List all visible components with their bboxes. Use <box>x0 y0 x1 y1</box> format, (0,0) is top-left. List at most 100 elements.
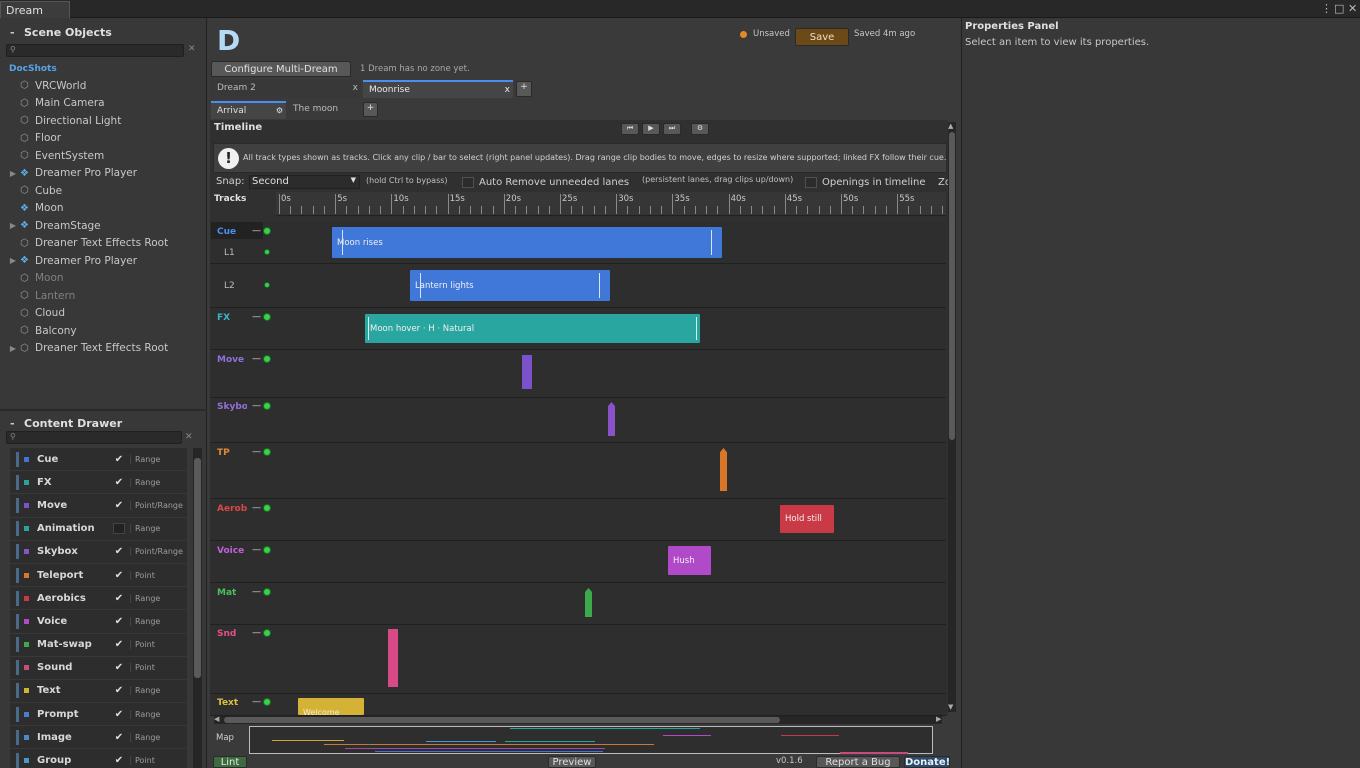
hierarchy-item[interactable]: ⬡ Cloud <box>6 305 201 323</box>
hierarchy-item[interactable]: ⬡ Main Camera <box>6 95 201 113</box>
drawer-item[interactable]: Skybox ✔ Point/Range <box>10 540 187 564</box>
track-enabled-dot[interactable] <box>263 402 271 410</box>
hierarchy-item[interactable]: ⬡ VRCWorld <box>6 77 201 95</box>
track-label[interactable]: Move <box>217 355 244 365</box>
drawer-item-checkbox[interactable]: ✔ <box>113 685 125 696</box>
track-enabled-dot[interactable] <box>263 698 271 706</box>
hierarchy-item[interactable]: ⬡ Cube <box>6 182 201 200</box>
drawer-item-checkbox[interactable]: ✔ <box>113 755 125 766</box>
drawer-search-input[interactable]: ⚲ <box>6 431 182 444</box>
drawer-item[interactable]: Voice ✔ Range <box>10 610 187 634</box>
drawer-item-checkbox[interactable]: ✔ <box>113 709 125 720</box>
hierarchy-item[interactable]: ⬡ Floor <box>6 130 201 148</box>
track-label[interactable]: Aerobic <box>217 504 247 514</box>
track-label[interactable]: Mat <box>217 588 236 598</box>
scroll-right-icon[interactable]: ▶ <box>936 715 941 723</box>
maximize-icon[interactable]: □ <box>1334 2 1344 15</box>
track-label[interactable]: TP <box>217 448 230 458</box>
scene-tab-arrival[interactable]: Arrival ⚙ <box>211 101 286 119</box>
track-row[interactable] <box>210 625 946 694</box>
expand-arrow-icon[interactable]: ▶ <box>6 221 20 230</box>
expand-arrow-icon[interactable]: ▶ <box>6 256 20 265</box>
timeline-vertical-scrollbar[interactable] <box>948 122 956 712</box>
track-collapse-icon[interactable]: — <box>252 697 261 707</box>
drawer-item[interactable]: Sound ✔ Point <box>10 656 187 680</box>
track-collapse-icon[interactable]: — <box>252 226 261 236</box>
window-tab[interactable]: Dream Editor <box>0 1 70 30</box>
track-row[interactable] <box>210 398 946 443</box>
hierarchy-root[interactable]: DocShots <box>9 64 57 74</box>
drawer-item-checkbox[interactable]: ✔ <box>113 616 125 627</box>
drawer-item[interactable]: Mat-swap ✔ Point <box>10 633 187 657</box>
hierarchy-item[interactable]: ▶ ⬡ Dreaner Text Effects Root <box>6 340 201 358</box>
drawer-item[interactable]: Move ✔ Point/Range <box>10 494 187 518</box>
clip-skybox-marker[interactable] <box>608 402 615 436</box>
drawer-item-checkbox[interactable]: ✔ <box>113 570 125 581</box>
add-scene-button[interactable]: + <box>363 102 378 117</box>
hierarchy-item[interactable]: ⬡ Dreaner Text Effects Root <box>6 235 201 253</box>
drawer-item[interactable]: Cue ✔ Range <box>10 448 187 472</box>
hierarchy-item[interactable]: ⬡ Directional Light <box>6 112 201 130</box>
timeline-settings-button[interactable]: ⚙ <box>691 123 709 135</box>
track-collapse-icon[interactable]: — <box>252 312 261 322</box>
drawer-item-checkbox[interactable] <box>113 523 125 535</box>
close-window-icon[interactable]: ✕ <box>1348 2 1357 15</box>
drawer-item-checkbox[interactable]: ✔ <box>113 732 125 743</box>
track-enabled-dot[interactable] <box>263 227 271 235</box>
configure-multi-dream-button[interactable]: Configure Multi-Dream <box>211 61 351 77</box>
track-label[interactable]: Snd <box>217 629 236 639</box>
track-collapse-icon[interactable]: — <box>252 503 261 513</box>
clip-teleport-marker[interactable] <box>720 448 727 491</box>
track-enabled-dot[interactable] <box>263 546 271 554</box>
scroll-down-icon[interactable]: ▼ <box>948 703 953 711</box>
scene-tab-the-moon[interactable]: The moon <box>287 101 359 119</box>
track-row[interactable] <box>210 499 946 541</box>
drawer-item[interactable]: Image ✔ Range <box>10 726 187 750</box>
drawer-item[interactable]: FX ✔ Range <box>10 471 187 495</box>
openings-checkbox[interactable] <box>805 177 817 188</box>
scene-search-input[interactable]: ⚲ <box>6 44 184 57</box>
clip-hold-still[interactable]: Hold still <box>780 505 834 533</box>
dream-tab-dream-2[interactable]: Dream 2x <box>211 80 361 98</box>
drawer-item[interactable]: Prompt ✔ Range <box>10 703 187 727</box>
track-collapse-icon[interactable]: — <box>252 354 261 364</box>
track-collapse-icon[interactable]: — <box>252 628 261 638</box>
drawer-item[interactable]: Text ✔ Range <box>10 679 187 704</box>
save-button[interactable]: Save <box>795 28 849 46</box>
track-label[interactable]: Text <box>217 698 238 708</box>
timeline-horizontal-scrollbar[interactable] <box>214 716 942 724</box>
clip-hush[interactable]: Hush <box>668 546 711 575</box>
snap-select[interactable]: Second ▼ <box>249 175 360 189</box>
track-collapse-icon[interactable]: — <box>252 447 261 457</box>
timeline-horizontal-thumb[interactable] <box>224 717 780 723</box>
add-dream-button[interactable]: + <box>516 81 532 97</box>
drawer-item[interactable]: Group ✔ Point <box>10 749 187 768</box>
track-collapse-icon[interactable]: — <box>252 587 261 597</box>
skip-back-button[interactable]: ⏮ <box>621 123 639 135</box>
dream-tab-moonrise[interactable]: Moonrise x <box>363 80 513 98</box>
drawer-item-checkbox[interactable]: ✔ <box>113 662 125 673</box>
drawer-item-checkbox[interactable]: ✔ <box>113 500 125 511</box>
drawer-item-checkbox[interactable]: ✔ <box>113 639 125 650</box>
close-tab-icon[interactable]: x <box>353 83 358 93</box>
track-enabled-dot[interactable] <box>264 249 270 255</box>
hierarchy-item[interactable]: ⬡ Moon <box>6 270 201 288</box>
preview-button[interactable]: Preview <box>548 756 596 768</box>
track-label[interactable]: Voice <box>217 546 244 556</box>
timeline-minimap[interactable] <box>249 726 933 754</box>
clip-lantern-lights[interactable]: Lantern lights <box>410 270 610 301</box>
track-enabled-dot[interactable] <box>264 282 270 288</box>
drawer-item[interactable]: Teleport ✔ Point <box>10 563 187 588</box>
drawer-item[interactable]: Animation Range <box>10 517 187 541</box>
track-label[interactable]: Skybox <box>217 402 247 412</box>
drawer-item[interactable]: Aerobics ✔ Range <box>10 587 187 611</box>
track-enabled-dot[interactable] <box>263 588 271 596</box>
track-enabled-dot[interactable] <box>263 448 271 456</box>
skip-forward-button[interactable]: ⏭ <box>663 123 681 135</box>
hierarchy-item[interactable]: ▶ ❖ Dreamer Pro Player <box>6 252 201 270</box>
track-enabled-dot[interactable] <box>263 504 271 512</box>
track-label[interactable]: L2 <box>224 281 235 291</box>
gear-icon[interactable]: ⚙ <box>276 106 283 115</box>
lint-button[interactable]: Lint <box>213 756 247 768</box>
donate-button[interactable]: Donate! <box>904 756 950 768</box>
